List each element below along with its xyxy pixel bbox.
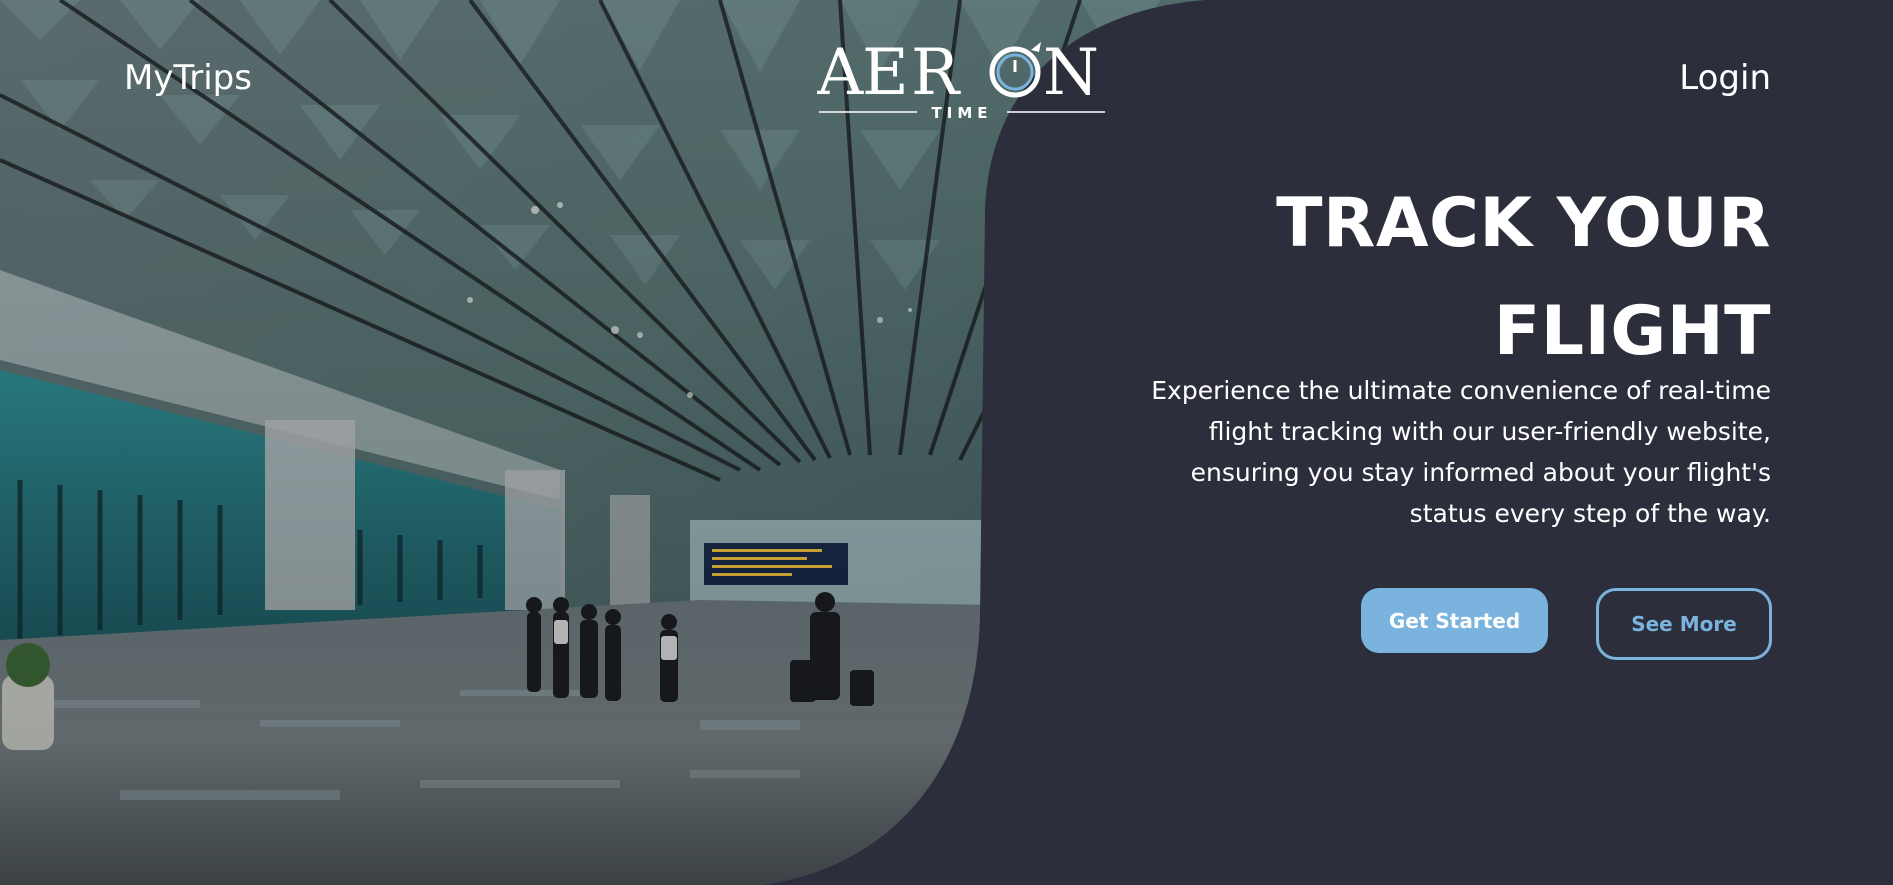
nav-login-link[interactable]: Login xyxy=(1679,56,1771,100)
logo-mark: A E R N TIME xyxy=(816,36,1105,122)
hero-description-line: status every step of the way. xyxy=(1409,499,1771,528)
logo-letter-a: A xyxy=(817,36,864,110)
hero-title-line-1: TRACK YOUR xyxy=(1276,184,1771,263)
nav-mytrips-link[interactable]: MyTrips xyxy=(124,56,252,100)
aeron-time-logo[interactable]: A E R N TIME xyxy=(816,32,1107,122)
logo-letter-e: E xyxy=(862,36,909,110)
hero-title-line-2: FLIGHT xyxy=(1493,292,1771,371)
hero-description-line: flight tracking with our user-friendly w… xyxy=(1208,417,1771,446)
hero-description-line: Experience the ultimate convenience of r… xyxy=(1151,376,1771,405)
hero-description-line: ensuring you stay informed about your fl… xyxy=(1190,458,1771,487)
see-more-button[interactable]: See More xyxy=(1596,588,1772,660)
logo-subtitle: TIME xyxy=(932,104,993,122)
logo-letter-n: N xyxy=(1043,36,1099,110)
hero-description: Experience the ultimate convenience of r… xyxy=(1121,370,1771,534)
hero-title: TRACK YOUR FLIGHT xyxy=(1151,170,1771,386)
get-started-button[interactable]: Get Started xyxy=(1361,588,1548,653)
plane-clock-icon xyxy=(989,42,1041,98)
logo-letter-r: R xyxy=(911,36,961,110)
